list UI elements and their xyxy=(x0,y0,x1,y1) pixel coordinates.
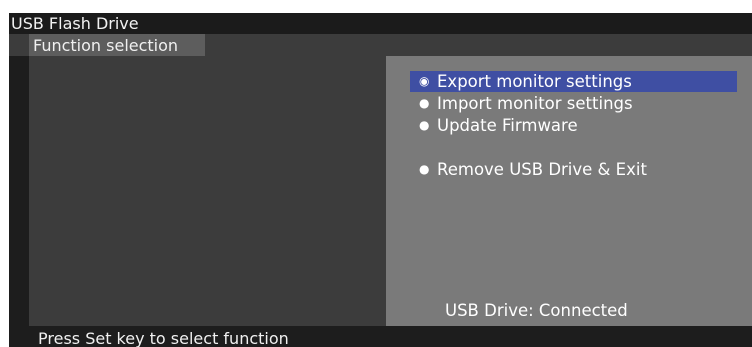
section-header: Function selection xyxy=(9,34,752,56)
menu-item-export-settings[interactable]: ◉ Export monitor settings xyxy=(410,71,737,92)
bullet-icon: ● xyxy=(419,162,430,176)
radio-selected-icon: ◉ xyxy=(419,74,430,88)
function-menu-pane: ◉ Export monitor settings ● Import monit… xyxy=(386,56,752,326)
footer-hint: Press Set key to select function xyxy=(38,329,289,347)
menu-item-import-settings[interactable]: ● Import monitor settings xyxy=(410,93,737,114)
menu-item-label: Import monitor settings xyxy=(437,94,633,113)
title-bar: USB Flash Drive xyxy=(9,13,752,34)
menu-item-remove-usb-exit[interactable]: ● Remove USB Drive & Exit xyxy=(410,159,737,180)
bullet-icon: ● xyxy=(419,118,430,132)
menu-item-label: Remove USB Drive & Exit xyxy=(437,160,647,179)
left-pane xyxy=(29,56,386,326)
menu-item-update-firmware[interactable]: ● Update Firmware xyxy=(410,115,737,136)
usb-status: USB Drive: Connected xyxy=(445,301,628,320)
menu-item-label: Export monitor settings xyxy=(437,72,632,91)
footer-hint-bar: Press Set key to select function xyxy=(9,326,752,347)
bullet-icon: ● xyxy=(419,96,430,110)
menu-item-label: Update Firmware xyxy=(437,116,578,135)
osd-window: USB Flash Drive Function selection ◉ Exp… xyxy=(9,13,752,347)
screen: USB Flash Drive Function selection ◉ Exp… xyxy=(0,0,752,347)
section-title: Function selection xyxy=(33,36,179,55)
window-title: USB Flash Drive xyxy=(11,14,139,33)
